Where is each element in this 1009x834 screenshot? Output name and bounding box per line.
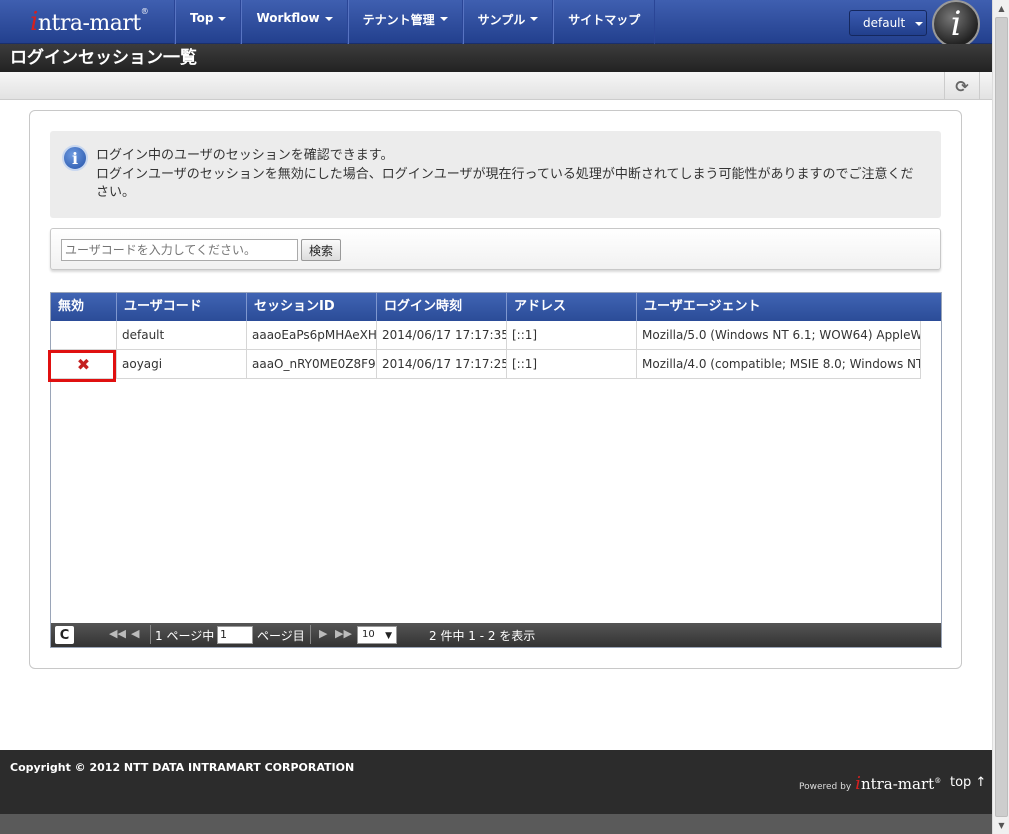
content-panel: i ログイン中のユーザのセッションを確認できます。 ログインユーザのセッションを… [29, 110, 962, 669]
column-header-user-agent[interactable]: ユーザエージェント [637, 293, 941, 321]
chevron-down-icon [324, 17, 333, 21]
column-header-login-time[interactable]: ログイン時刻 [377, 293, 507, 321]
address-cell: [::1] [507, 350, 637, 379]
reload-icon[interactable]: ⟳ [944, 72, 980, 100]
intra-mart-logo[interactable]: intra-mart® [30, 7, 149, 37]
pager-divider [150, 625, 151, 644]
chevron-down-icon [915, 21, 924, 26]
powered-by: Powered by intra-mart® [799, 773, 941, 794]
reload-grid-icon[interactable]: C [55, 626, 74, 644]
info-line-2: ログインユーザのセッションを無効にした場合、ログインユーザが現在行っている処理が… [96, 166, 914, 201]
session-grid: 無効 ユーザコード セッションID ログイン時刻 アドレス ユーザエージェント … [48, 292, 942, 648]
intra-mart-info-icon[interactable]: i [932, 0, 980, 48]
info-line-1: ログイン中のユーザのセッションを確認できます。 [96, 148, 394, 163]
powered-by-label: Powered by [799, 782, 852, 792]
nav-sitemap[interactable]: サイトマップ [553, 0, 656, 44]
dropdown-arrow-icon: ▼ [385, 631, 392, 641]
nav-sample[interactable]: サンプル [462, 0, 554, 44]
grid-header: 無効 ユーザコード セッションID ログイン時刻 アドレス ユーザエージェント [51, 293, 941, 321]
disable-cell [51, 321, 117, 350]
session-id-cell: aaaoEaPs6pMHAeXHX [247, 321, 377, 350]
nav-tenant-admin[interactable]: テナント管理 [347, 0, 463, 44]
address-cell: [::1] [507, 321, 637, 350]
info-text: ログイン中のユーザのセッションを確認できます。 ログインユーザのセッションを無効… [96, 147, 926, 203]
user-agent-cell: Mozilla/4.0 (compatible; MSIE 8.0; Windo… [637, 350, 921, 379]
info-icon: i [62, 145, 88, 171]
search-bar: 検索 [50, 228, 941, 270]
footer: Copyright © 2012 NTT DATA INTRAMART CORP… [0, 750, 992, 814]
chevron-down-icon [439, 17, 448, 21]
scroll-down-icon[interactable]: ▼ [993, 817, 1009, 834]
page-size-select[interactable]: 10 ▼ [357, 626, 397, 644]
page-number-input[interactable]: 1 [217, 626, 253, 644]
page-title: ログインセッション一覧 [0, 44, 992, 72]
login-time-cell: 2014/06/17 17:17:25 [377, 350, 507, 379]
footer-logo: intra-mart® [855, 773, 942, 794]
user-code-cell: default [117, 321, 247, 350]
column-header-address[interactable]: アドレス [507, 293, 637, 321]
user-code-search-input[interactable] [61, 239, 298, 261]
chevron-down-icon [218, 17, 227, 21]
user-menu-button[interactable]: default [849, 10, 927, 36]
prev-page-icon[interactable]: ◀ [131, 627, 139, 640]
highlight-box [48, 350, 116, 382]
table-row[interactable]: default aaaoEaPs6pMHAeXHX 2014/06/17 17:… [51, 321, 921, 350]
login-time-cell: 2014/06/17 17:17:35 [377, 321, 507, 350]
grid-pager: C ◀◀ ◀ 1 ページ中 1 ページ目 ▶ ▶▶ 10 ▼ 2 件中 1 - 2… [51, 623, 941, 647]
back-to-top-link[interactable]: top ↑ [950, 775, 986, 790]
scroll-up-icon[interactable]: ▲ [993, 0, 1009, 17]
info-message: i ログイン中のユーザのセッションを確認できます。 ログインユーザのセッションを… [50, 131, 941, 218]
session-id-cell: aaaO_nRY0ME0Z8F9U [247, 350, 377, 379]
column-header-disable[interactable]: 無効 [51, 293, 117, 321]
grid-body: default aaaoEaPs6pMHAeXHX 2014/06/17 17:… [51, 321, 921, 379]
copyright-text: Copyright © 2012 NTT DATA INTRAMART CORP… [10, 761, 355, 774]
vertical-scrollbar[interactable]: ▲ ▼ [992, 0, 1009, 834]
pager-divider [310, 625, 311, 644]
next-page-icon[interactable]: ▶ [319, 627, 327, 640]
column-header-session-id[interactable]: セッションID [247, 293, 377, 321]
user-code-cell: aoyagi [117, 350, 247, 379]
nav-workflow[interactable]: Workflow [241, 0, 348, 44]
bottom-bar [0, 814, 992, 834]
user-agent-cell: Mozilla/5.0 (Windows NT 6.1; WOW64) Appl… [637, 321, 921, 350]
last-page-icon[interactable]: ▶▶ [335, 627, 352, 640]
nav-top[interactable]: Top [175, 0, 242, 44]
chevron-down-icon [530, 17, 539, 21]
search-button[interactable]: 検索 [301, 239, 341, 261]
record-summary: 2 件中 1 - 2 を表示 [429, 629, 536, 643]
column-header-user-code[interactable]: ユーザコード [117, 293, 247, 321]
top-navbar: intra-mart® Top Workflow テナント管理 サンプル サイト… [0, 0, 992, 48]
main-nav: Top Workflow テナント管理 サンプル サイトマップ [174, 0, 656, 44]
first-page-icon[interactable]: ◀◀ [109, 627, 126, 640]
scrollbar-thumb[interactable] [995, 17, 1008, 817]
page-prefix-label: 1 ページ中 [155, 629, 215, 643]
page-suffix-label: ページ目 [257, 629, 305, 643]
page-toolbar: ⟳ [0, 72, 992, 100]
table-row[interactable]: ✖ aoyagi aaaO_nRY0ME0Z8F9U 2014/06/17 17… [51, 350, 921, 379]
